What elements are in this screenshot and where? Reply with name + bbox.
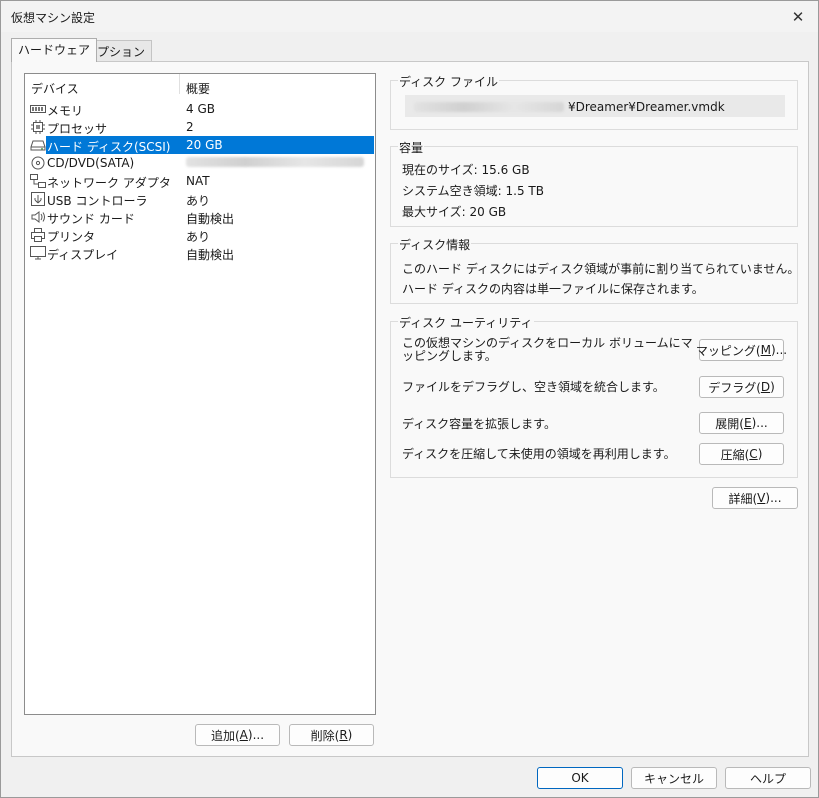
disk-file-label: ディスク ファイル bbox=[398, 73, 499, 90]
device-name: ネットワーク アダプタ bbox=[47, 176, 171, 190]
device-row-sound-card[interactable]: サウンド カード 自動検出 bbox=[25, 208, 375, 226]
ok-button[interactable]: OK bbox=[537, 767, 623, 789]
compact-button[interactable]: 圧縮(C) bbox=[699, 443, 784, 465]
disk-file-path-field[interactable]: ¥Dreamer¥Dreamer.vmdk bbox=[405, 95, 785, 117]
device-name: サウンド カード bbox=[47, 212, 135, 226]
disk-file-path: ¥Dreamer¥Dreamer.vmdk bbox=[568, 100, 725, 114]
defrag-description: ファイルをデフラグし、空き領域を統合します。 bbox=[402, 380, 665, 394]
remove-button[interactable]: 削除(R) bbox=[289, 724, 374, 746]
window-title: 仮想マシン設定 bbox=[11, 11, 96, 25]
device-name: プリンタ bbox=[47, 230, 96, 244]
processor-icon bbox=[31, 120, 45, 134]
device-name: USB コントローラ bbox=[47, 194, 148, 208]
device-row-usb-controller[interactable]: USB コントローラ あり bbox=[25, 190, 375, 208]
device-summary: 自動検出 bbox=[186, 248, 235, 262]
memory-icon bbox=[30, 105, 46, 113]
close-button[interactable]: ✕ bbox=[778, 1, 818, 32]
device-summary: 4 GB bbox=[186, 102, 215, 116]
advanced-button[interactable]: 詳細(V)... bbox=[712, 487, 798, 509]
device-row-printer[interactable]: プリンタ あり bbox=[25, 226, 375, 244]
disk-info-group: ディスク情報 このハード ディスクにはディスク領域が事前に割り当てられていません… bbox=[390, 236, 800, 304]
capacity-label: 容量 bbox=[398, 139, 425, 156]
add-button[interactable]: 追加(A)... bbox=[195, 724, 280, 746]
map-description: この仮想マシンのディスクをローカル ボリュームにマッピングします。 bbox=[402, 336, 693, 363]
help-button[interactable]: ヘルプ bbox=[725, 767, 811, 789]
column-header-device[interactable]: デバイス bbox=[31, 80, 79, 97]
disk-info-label: ディスク情報 bbox=[398, 236, 472, 253]
max-size: 最大サイズ: 20 GB bbox=[402, 205, 507, 219]
cd-dvd-icon bbox=[31, 156, 45, 170]
device-list-header: デバイス 概要 bbox=[25, 74, 375, 96]
usb-icon bbox=[31, 192, 45, 206]
device-name: CD/DVD(SATA) bbox=[47, 156, 135, 170]
display-icon bbox=[30, 246, 46, 260]
disk-utility-group: ディスク ユーティリティ この仮想マシンのディスクをローカル ボリュームにマッピ… bbox=[390, 314, 798, 478]
expand-button[interactable]: 展開(E)... bbox=[699, 412, 784, 434]
defrag-button[interactable]: デフラグ(D) bbox=[699, 376, 784, 398]
printer-icon bbox=[31, 228, 45, 242]
disk-file-group: ディスク ファイル ¥Dreamer¥Dreamer.vmdk bbox=[390, 73, 798, 130]
title-bar: 仮想マシン設定 ✕ bbox=[1, 1, 818, 32]
device-summary: NAT bbox=[186, 174, 210, 188]
capacity-group: 容量 現在のサイズ: 15.6 GB システム空き領域: 1.5 TB 最大サイ… bbox=[390, 139, 798, 227]
disk-info-line-2: ハード ディスクの内容は単一ファイルに保存されます。 bbox=[402, 282, 704, 296]
current-size: 現在のサイズ: 15.6 GB bbox=[402, 163, 530, 177]
device-name: ディスプレイ bbox=[47, 248, 119, 262]
device-summary: 2 bbox=[186, 120, 194, 134]
cancel-button[interactable]: キャンセル bbox=[631, 767, 717, 789]
hard-disk-icon bbox=[30, 140, 46, 151]
device-row-cd-dvd[interactable]: CD/DVD(SATA) bbox=[25, 154, 375, 172]
device-summary: あり bbox=[186, 230, 211, 244]
device-summary: 20 GB bbox=[186, 138, 223, 152]
hardware-tab-panel: デバイス 概要 メモリ 4 GB プロセッサ 2 ハード ディスク(SCSI) … bbox=[11, 61, 809, 757]
disk-utility-label: ディスク ユーティリティ bbox=[398, 314, 534, 331]
vm-settings-dialog: 仮想マシン設定 ✕ ハードウェア オプション デバイス 概要 メモリ 4 GB bbox=[0, 0, 819, 798]
device-list[interactable]: デバイス 概要 メモリ 4 GB プロセッサ 2 ハード ディスク(SCSI) … bbox=[24, 73, 376, 715]
device-row-hard-disk[interactable]: ハード ディスク(SCSI) 20 GB bbox=[25, 136, 375, 154]
device-name: プロセッサ bbox=[47, 122, 108, 136]
disk-info-line-1: このハード ディスクにはディスク領域が事前に割り当てられていません。 bbox=[402, 262, 800, 276]
tab-hardware[interactable]: ハードウェア bbox=[11, 38, 98, 62]
device-row-processor[interactable]: プロセッサ 2 bbox=[25, 118, 375, 136]
redacted-path bbox=[414, 102, 564, 112]
system-free-space: システム空き領域: 1.5 TB bbox=[402, 184, 544, 198]
network-adapter-icon bbox=[30, 174, 46, 188]
device-summary-redacted bbox=[186, 156, 364, 170]
device-row-memory[interactable]: メモリ 4 GB bbox=[25, 100, 375, 118]
device-summary: 自動検出 bbox=[186, 212, 235, 226]
column-divider[interactable] bbox=[179, 74, 180, 94]
device-row-network-adapter[interactable]: ネットワーク アダプタ NAT bbox=[25, 172, 375, 190]
device-name: ハード ディスク(SCSI) bbox=[47, 140, 171, 154]
device-summary: あり bbox=[186, 194, 211, 208]
compact-description: ディスクを圧縮して未使用の領域を再利用します。 bbox=[402, 447, 676, 461]
device-name: メモリ bbox=[47, 104, 84, 118]
speaker-icon bbox=[31, 211, 45, 223]
device-row-display[interactable]: ディスプレイ 自動検出 bbox=[25, 244, 375, 262]
map-button[interactable]: マッピング(M)... bbox=[696, 339, 787, 361]
column-header-summary[interactable]: 概要 bbox=[186, 80, 210, 97]
expand-description: ディスク容量を拡張します。 bbox=[402, 417, 556, 431]
